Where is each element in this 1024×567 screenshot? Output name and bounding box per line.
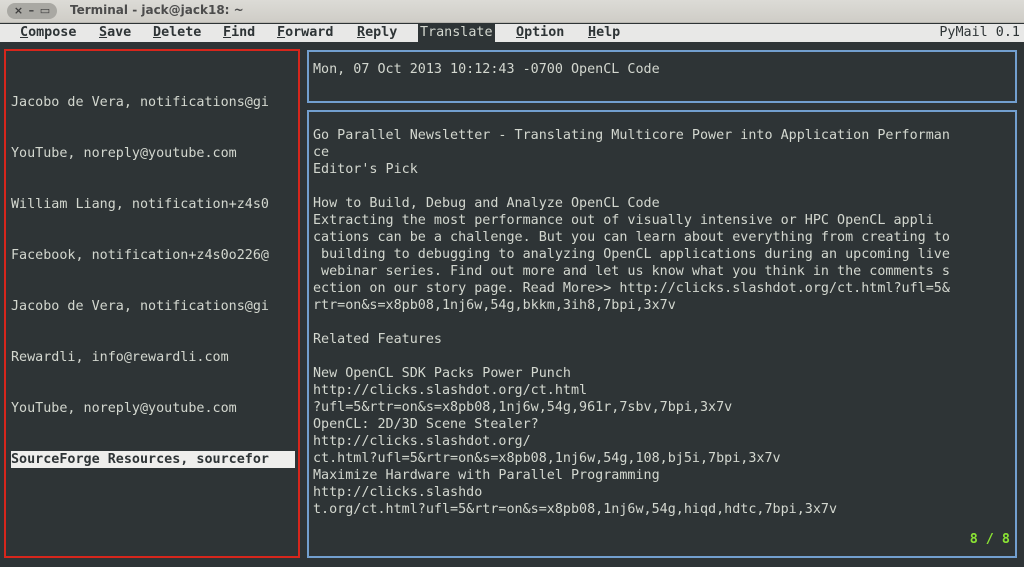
menu-reply-hotkey: R (357, 25, 366, 40)
page-indicator: 8 / 8 (969, 532, 1010, 547)
menu-save-label: ave (107, 25, 132, 40)
message-body-line: OpenCL: 2D/3D Scene Stealer? (313, 417, 539, 432)
message-body-line: Related Features (313, 332, 442, 347)
message-body-line: Extracting the most performance out of v… (313, 213, 934, 228)
list-item[interactable]: YouTube, noreply@youtube.com (11, 145, 295, 162)
menu-save[interactable]: Save (99, 24, 131, 42)
window-titlebar: × – ▭ Terminal - jack@jack18: ~ (0, 0, 1024, 23)
message-body-line (313, 178, 950, 195)
message-body-line: webinar series. Find out more and let us… (313, 264, 950, 279)
message-body-line: How to Build, Debug and Analyze OpenCL C… (313, 196, 660, 211)
menu-reply-label: eply (365, 25, 398, 40)
message-header-panel: Mon, 07 Oct 2013 10:12:43 -0700 OpenCL C… (307, 50, 1017, 103)
menu-delete-label: elete (161, 25, 202, 40)
message-body-line: cations can be a challenge. But you can … (313, 230, 950, 245)
message-body-line (313, 314, 950, 331)
maximize-icon[interactable]: ▭ (40, 3, 50, 19)
menu-delete-hotkey: D (153, 25, 162, 40)
list-item[interactable]: Facebook, notification+z4s0o226@ (11, 247, 295, 264)
message-body-line: rtr=on&s=x8pb08,1nj6w,54g,bkkm,3ih8,7bpi… (313, 298, 676, 313)
list-item[interactable]: Rewardli, info@rewardli.com (11, 349, 295, 366)
message-body-line: ct.html?ufl=5&rtr=on&s=x8pb08,1nj6w,54g,… (313, 451, 781, 466)
list-item[interactable]: Jacobo de Vera, notifications@gi (11, 94, 295, 111)
message-body-line: New OpenCL SDK Packs Power Punch (313, 366, 571, 381)
menu-compose-label: ompose (28, 25, 77, 40)
list-item-selected[interactable]: SourceForge Resources, sourcefor (11, 451, 295, 468)
message-body-line: ce (313, 145, 330, 160)
close-icon[interactable]: × (14, 3, 23, 19)
menu-compose[interactable]: Compose (20, 24, 76, 42)
message-body-line: ?ufl=5&rtr=on&s=x8pb08,1nj6w,54g,961r,7s… (313, 400, 733, 415)
message-body-line: Maximize Hardware with Parallel Programm… (313, 468, 660, 483)
message-body-line: ection on our story page. Read More>> ht… (313, 281, 950, 296)
message-body-panel[interactable]: Go Parallel Newsletter - Translating Mul… (307, 110, 1017, 558)
app-name: PyMail 0.1 (939, 25, 1020, 40)
menu-find[interactable]: Find (223, 24, 255, 42)
menu-option[interactable]: Option (516, 24, 564, 42)
menu-save-hotkey: S (99, 25, 108, 40)
menu-find-label: ind (231, 25, 256, 40)
menu-delete[interactable]: Delete (153, 24, 201, 42)
menu-option-label: ption (524, 25, 565, 40)
menu-find-hotkey: F (223, 25, 232, 40)
menu-forward[interactable]: Forward (277, 24, 333, 42)
menu-option-hotkey: O (516, 25, 525, 40)
menubar: Compose Save Delete Find Forward Reply T… (0, 24, 1024, 42)
message-body-line: http://clicks.slashdot.org/ (313, 434, 531, 449)
menu-compose-hotkey: C (20, 25, 29, 40)
message-body-line (313, 348, 950, 365)
inbox-list-panel: Jacobo de Vera, notifications@gi YouTube… (4, 49, 300, 558)
message-body-line: building to debugging to analyzing OpenC… (313, 247, 950, 262)
message-body-line: Go Parallel Newsletter - Translating Mul… (313, 128, 950, 143)
list-item[interactable]: YouTube, noreply@youtube.com (11, 400, 295, 417)
menu-help-hotkey: H (588, 25, 597, 40)
menu-translate[interactable]: Translate (418, 24, 495, 42)
menu-help[interactable]: Help (588, 24, 620, 42)
minimize-icon[interactable]: – (29, 3, 35, 19)
message-body-line: Editor's Pick (313, 162, 418, 177)
message-body-line: http://clicks.slashdot.org/ct.html (313, 383, 588, 398)
window-controls: × – ▭ (7, 3, 57, 19)
message-header: Mon, 07 Oct 2013 10:12:43 -0700 OpenCL C… (313, 62, 660, 77)
list-item[interactable]: William Liang, notification+z4s0 (11, 196, 295, 213)
menu-forward-hotkey: F (277, 25, 286, 40)
message-body: Go Parallel Newsletter - Translating Mul… (313, 127, 950, 518)
menu-help-label: elp (596, 25, 621, 40)
list-item[interactable]: Jacobo de Vera, notifications@gi (11, 298, 295, 315)
message-body-line: http://clicks.slashdo (313, 485, 483, 500)
menu-forward-label: orward (285, 25, 334, 40)
menu-reply[interactable]: Reply (357, 24, 397, 42)
inbox-list: Jacobo de Vera, notifications@gi YouTube… (11, 60, 295, 502)
window-title: Terminal - jack@jack18: ~ (70, 3, 244, 17)
message-body-line: t.org/ct.html?ufl=5&rtr=on&s=x8pb08,1nj6… (313, 502, 838, 517)
